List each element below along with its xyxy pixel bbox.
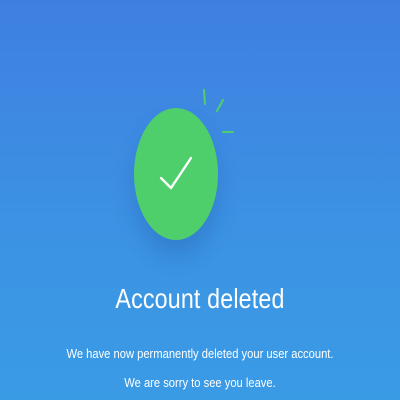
check-icon <box>159 156 193 190</box>
confirmation-message: We have now permanently deleted your use… <box>66 346 334 361</box>
sparkle-icon <box>203 89 234 133</box>
farewell-message: We are sorry to see you leave. <box>124 375 276 390</box>
account-deleted-screen: Account deleted We have now permanently … <box>0 0 400 400</box>
page-title: Account deleted <box>115 283 285 314</box>
